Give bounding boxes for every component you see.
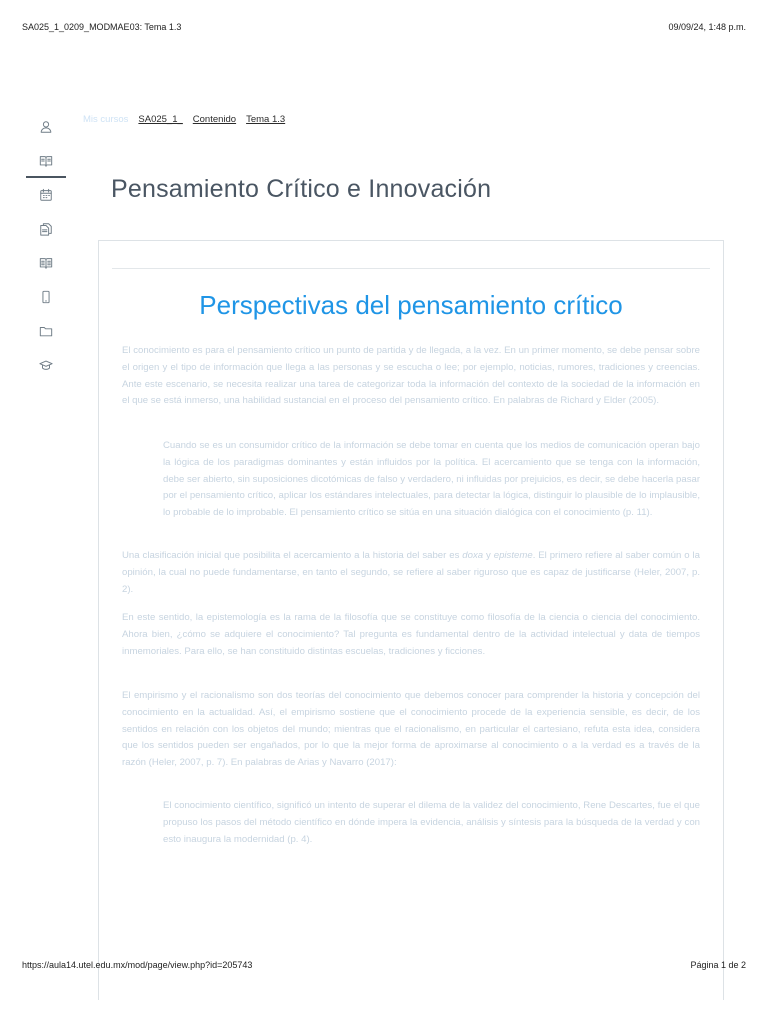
breadcrumb-content[interactable]: Contenido bbox=[193, 114, 236, 125]
side-nav bbox=[26, 110, 66, 382]
nav-item-profile[interactable] bbox=[26, 110, 66, 144]
paragraph-1: El conocimiento es para el pensamiento c… bbox=[122, 345, 700, 407]
print-url: https://aula14.utel.edu.mx/mod/page/view… bbox=[22, 960, 253, 970]
user-icon bbox=[40, 121, 52, 133]
documents-icon bbox=[40, 223, 52, 236]
breadcrumb-home[interactable]: Mis cursos bbox=[83, 114, 128, 125]
print-page-number: Página 1 de 2 bbox=[690, 960, 746, 970]
term-doxa: doxa bbox=[462, 550, 484, 561]
print-datetime: 09/09/24, 1:48 p.m. bbox=[668, 22, 746, 32]
term-episteme: episteme bbox=[493, 550, 533, 561]
paragraph-3: En este sentido, la epistemología es la … bbox=[122, 612, 700, 657]
content-divider bbox=[112, 268, 710, 269]
nav-item-files[interactable] bbox=[26, 314, 66, 348]
blockquote-1: Cuando se es un consumidor crítico de la… bbox=[163, 440, 701, 519]
paragraph-2-text-a: Una clasificación inicial que posibilita… bbox=[122, 550, 463, 561]
paragraph-2-conjunction: y bbox=[483, 550, 494, 561]
breadcrumb: Mis cursos SA025_1_ Contenido Tema 1.3 bbox=[83, 114, 285, 125]
book-open-icon bbox=[39, 156, 53, 167]
page-heading: Perspectivas del pensamiento crítico bbox=[199, 290, 623, 320]
nav-item-grades[interactable] bbox=[26, 348, 66, 382]
print-footer: https://aula14.utel.edu.mx/mod/page/view… bbox=[22, 960, 746, 974]
nav-item-library[interactable] bbox=[26, 246, 66, 280]
nav-item-content[interactable] bbox=[26, 144, 66, 178]
nav-item-calendar[interactable] bbox=[26, 178, 66, 212]
print-doc-title: SA025_1_0209_MODMAE03: Tema 1.3 bbox=[22, 22, 182, 32]
nav-item-mobile[interactable] bbox=[26, 280, 66, 314]
book-icon bbox=[39, 258, 53, 269]
calendar-icon bbox=[40, 188, 52, 201]
course-title: Pensamiento Crítico e Innovación bbox=[111, 175, 492, 203]
paragraph-4: El empirismo y el racionalismo son dos t… bbox=[122, 690, 700, 769]
breadcrumb-topic[interactable]: Tema 1.3 bbox=[246, 114, 285, 125]
graduation-cap-icon bbox=[39, 360, 53, 370]
blockquote-2: El conocimiento científico, significó un… bbox=[163, 800, 700, 845]
mobile-icon bbox=[42, 290, 50, 304]
breadcrumb-course[interactable]: SA025_1_ bbox=[138, 114, 182, 125]
folder-icon bbox=[39, 327, 53, 337]
nav-item-documents[interactable] bbox=[26, 212, 66, 246]
print-header: SA025_1_0209_MODMAE03: Tema 1.3 09/09/24… bbox=[22, 22, 746, 36]
paragraph-2: Una clasificación inicial que posibilita… bbox=[122, 548, 700, 598]
